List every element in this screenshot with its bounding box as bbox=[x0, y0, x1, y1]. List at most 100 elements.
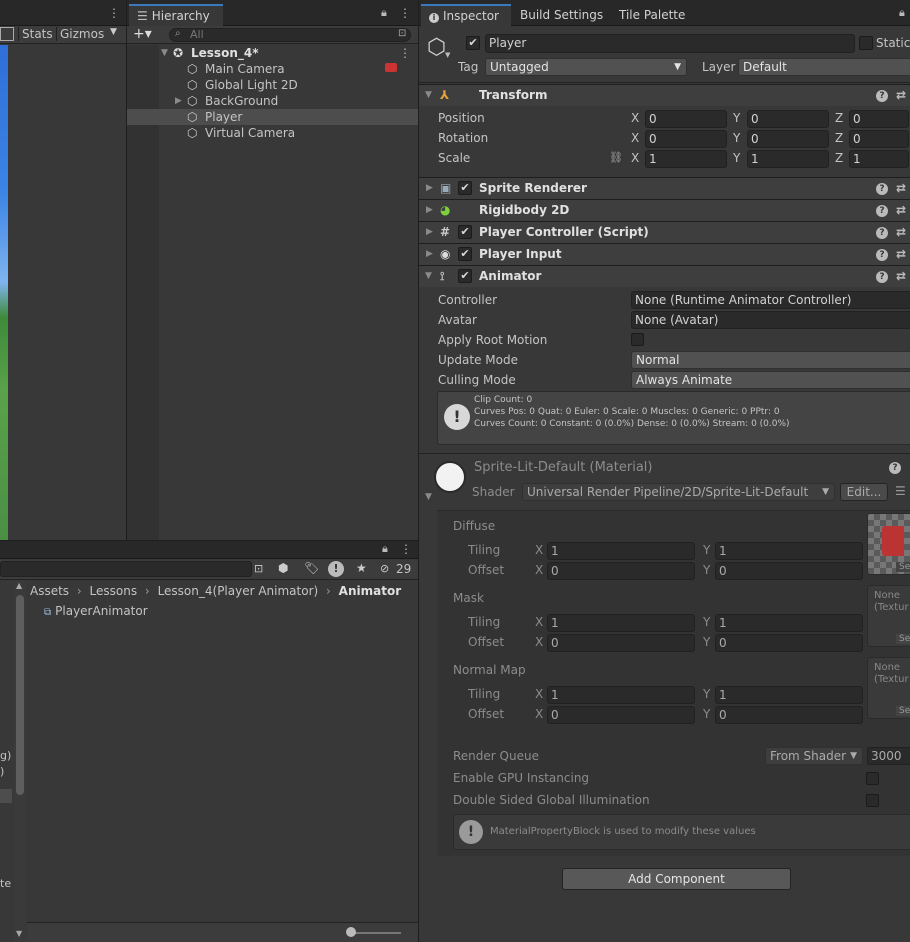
tree-selected-row[interactable] bbox=[0, 789, 12, 803]
tiling-y-field[interactable]: 1 bbox=[715, 686, 863, 704]
breadcrumb-item[interactable]: Assets bbox=[30, 584, 69, 598]
tab-hierarchy[interactable]: ☰ Hierarchy bbox=[129, 4, 223, 26]
offset-x-field[interactable]: 0 bbox=[547, 562, 695, 580]
chevron-right-icon[interactable]: ▶ bbox=[426, 200, 433, 221]
settings-icon[interactable]: ⇄ bbox=[896, 266, 906, 287]
texture-slot[interactable]: Se bbox=[867, 513, 910, 575]
hierarchy-item[interactable]: ⬡ Global Light 2D bbox=[127, 77, 418, 93]
offset-y-field[interactable]: 0 bbox=[715, 634, 863, 652]
culling-mode-dropdown[interactable]: Always Animate bbox=[631, 371, 910, 389]
warning-icon[interactable]: ! bbox=[328, 561, 344, 577]
tree-scrollbar[interactable]: ▲ ▼ bbox=[14, 581, 26, 942]
select-texture-button[interactable]: Se bbox=[896, 562, 910, 572]
scale-z-field[interactable]: 1 bbox=[849, 150, 909, 168]
chevron-right-icon[interactable]: ▶ bbox=[426, 244, 433, 265]
file-item[interactable]: ⧉ PlayerAnimator bbox=[44, 603, 148, 619]
more-icon[interactable]: ⋮ bbox=[108, 6, 120, 20]
favorite-icon[interactable]: ★ bbox=[356, 561, 367, 575]
rotation-x-field[interactable]: 0 bbox=[645, 130, 727, 148]
animator-header[interactable]: ▼ ⟟ ✔ Animator ? ⇄ bbox=[419, 265, 910, 287]
rotation-y-field[interactable]: 0 bbox=[747, 130, 829, 148]
chevron-right-icon[interactable]: ▶ bbox=[175, 93, 182, 109]
offset-x-field[interactable]: 0 bbox=[547, 634, 695, 652]
hierarchy-item[interactable]: ⬡ Main Camera bbox=[127, 61, 418, 77]
gizmos-button[interactable]: Gizmos bbox=[56, 27, 107, 41]
material-preview[interactable] bbox=[434, 461, 466, 493]
layer-dropdown[interactable]: Default bbox=[738, 58, 910, 76]
scroll-down-icon[interactable]: ▼ bbox=[16, 929, 22, 938]
tab-build-settings[interactable]: Build Settings bbox=[512, 4, 611, 26]
tiling-x-field[interactable]: 1 bbox=[547, 542, 695, 560]
link-icon[interactable]: ⛓ bbox=[609, 151, 623, 164]
help-icon[interactable]: ? bbox=[876, 271, 888, 283]
gpu-instancing-checkbox[interactable] bbox=[866, 772, 879, 785]
rotation-z-field[interactable]: 0 bbox=[849, 130, 909, 148]
stats-button[interactable]: Stats bbox=[18, 27, 56, 41]
render-queue-mode-dropdown[interactable]: From Shader ▼ bbox=[765, 747, 863, 765]
project-search-input[interactable] bbox=[0, 561, 252, 577]
controller-field[interactable]: None (Runtime Animator Controller) bbox=[631, 291, 910, 309]
tiling-y-field[interactable]: 1 bbox=[715, 614, 863, 632]
hidden-packages-icon[interactable]: ⊘ bbox=[380, 562, 389, 575]
offset-y-field[interactable]: 0 bbox=[715, 706, 863, 724]
hierarchy-search-input[interactable]: ⌕ All ⊡ bbox=[169, 28, 411, 42]
chevron-down-icon[interactable]: ▼ bbox=[445, 51, 450, 59]
hierarchy-item[interactable]: ⬡ Virtual Camera bbox=[127, 125, 418, 141]
object-name-field[interactable]: Player bbox=[485, 34, 855, 53]
select-texture-button[interactable]: Se bbox=[896, 706, 910, 716]
settings-icon[interactable]: ⇄ bbox=[896, 200, 906, 221]
shader-dropdown[interactable]: Universal Render Pipeline/2D/Sprite-Lit-… bbox=[522, 483, 835, 501]
tag-icon[interactable]: 🏷︎ bbox=[304, 561, 319, 575]
texture-slot[interactable]: None (Textur Se bbox=[867, 585, 910, 647]
breadcrumb-item[interactable]: Lessons bbox=[90, 584, 138, 598]
more-icon[interactable]: ⋮ bbox=[399, 44, 411, 62]
enabled-checkbox[interactable]: ✔ bbox=[458, 269, 472, 283]
enabled-checkbox[interactable]: ✔ bbox=[458, 181, 472, 195]
chevron-right-icon[interactable]: ▶ bbox=[426, 178, 433, 199]
render-queue-field[interactable]: 3000 bbox=[867, 747, 910, 765]
scale-x-field[interactable]: 1 bbox=[645, 150, 727, 168]
search-by-type-icon[interactable]: ⊡ bbox=[254, 562, 263, 575]
position-x-field[interactable]: 0 bbox=[645, 110, 727, 128]
help-icon[interactable]: ? bbox=[876, 227, 888, 239]
tiling-x-field[interactable]: 1 bbox=[547, 686, 695, 704]
breadcrumb-item[interactable]: Animator bbox=[339, 584, 401, 598]
tab-tile-palette[interactable]: Tile Palette bbox=[611, 4, 693, 26]
tiling-x-field[interactable]: 1 bbox=[547, 614, 695, 632]
chevron-down-icon[interactable]: ▼ bbox=[110, 27, 117, 37]
double-sided-gi-checkbox[interactable] bbox=[866, 794, 879, 807]
component-header[interactable]: ▶ # ✔ Player Controller (Script)? ⇄ bbox=[419, 221, 910, 243]
chevron-down-icon[interactable]: ▼ bbox=[425, 492, 432, 502]
chevron-down-icon[interactable]: ▼ bbox=[425, 266, 432, 287]
scene-viewport[interactable] bbox=[0, 45, 8, 540]
enabled-checkbox[interactable]: ✔ bbox=[458, 225, 472, 239]
offset-x-field[interactable]: 0 bbox=[547, 706, 695, 724]
update-mode-dropdown[interactable]: Normal bbox=[631, 351, 910, 369]
position-y-field[interactable]: 0 bbox=[747, 110, 829, 128]
chevron-down-icon[interactable]: ▼ bbox=[425, 85, 432, 106]
help-icon[interactable]: ? bbox=[876, 249, 888, 261]
apply-root-motion-checkbox[interactable] bbox=[631, 333, 644, 346]
edit-shader-button[interactable]: Edit... bbox=[840, 483, 888, 501]
active-checkbox[interactable]: ✔ bbox=[466, 36, 480, 50]
chevron-right-icon[interactable]: ▶ bbox=[426, 222, 433, 243]
settings-icon[interactable]: ⇄ bbox=[896, 178, 906, 199]
lock-icon[interactable]: 🔒︎ bbox=[899, 6, 905, 20]
breadcrumb-item[interactable]: Lesson_4(Player Animator) bbox=[158, 584, 319, 598]
tab-inspector[interactable]: i Inspector bbox=[421, 4, 511, 26]
help-icon[interactable]: ? bbox=[876, 205, 888, 217]
component-header[interactable]: ▶ ◕ Rigidbody 2D? ⇄ bbox=[419, 199, 910, 221]
transform-header[interactable]: ▼ ⅄ Transform ? ⇄ bbox=[419, 84, 910, 106]
list-icon[interactable]: ☰ bbox=[895, 484, 906, 498]
component-header[interactable]: ▶ ◉ ✔ Player Input? ⇄ bbox=[419, 243, 910, 265]
chevron-down-icon[interactable]: ▼ bbox=[161, 44, 168, 62]
tag-dropdown[interactable]: Untagged ▼ bbox=[485, 58, 687, 76]
avatar-field[interactable]: None (Avatar) bbox=[631, 311, 910, 329]
scroll-up-icon[interactable]: ▲ bbox=[16, 581, 22, 590]
hierarchy-item[interactable]: ▶ ⬡ BackGround bbox=[127, 93, 418, 109]
add-component-button[interactable]: Add Component bbox=[562, 868, 791, 890]
enabled-checkbox[interactable]: ✔ bbox=[458, 247, 472, 261]
filter-icon[interactable]: ⬢ bbox=[278, 561, 288, 575]
texture-slot[interactable]: None (Textur Se bbox=[867, 657, 910, 719]
lock-icon[interactable]: 🔒︎ bbox=[381, 6, 387, 20]
